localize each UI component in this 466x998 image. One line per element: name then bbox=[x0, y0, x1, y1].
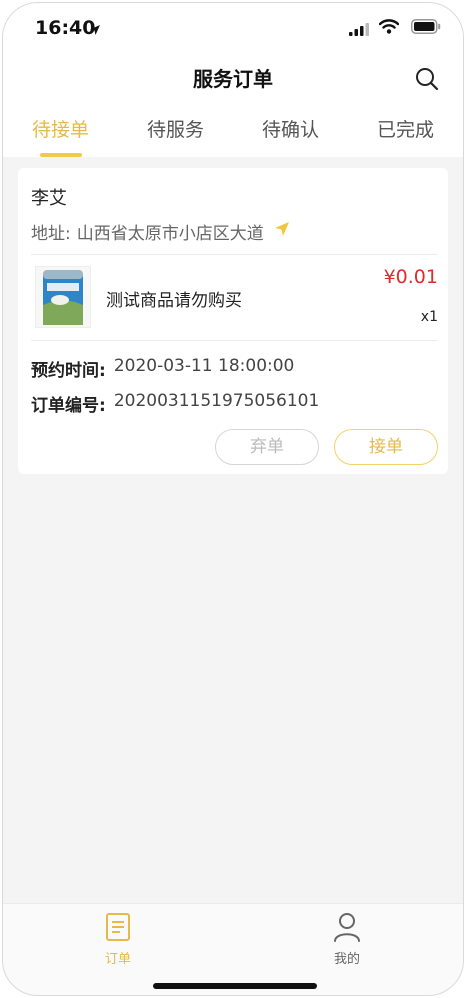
status-time: 16:40 bbox=[35, 17, 96, 39]
person-icon bbox=[333, 913, 361, 946]
search-icon[interactable] bbox=[413, 65, 441, 93]
product-image bbox=[35, 266, 91, 328]
order-card[interactable]: 李艾 地址: 山西省太原市小店区大道 测试商品请勿购买 ¥0.01 x1 预约时… bbox=[18, 168, 448, 474]
accept-order-button[interactable]: 接单 bbox=[334, 429, 438, 465]
divider bbox=[31, 340, 438, 341]
product-quantity: x1 bbox=[420, 309, 438, 325]
address-text: 山西省太原市小店区大道 bbox=[76, 224, 264, 244]
wifi-icon bbox=[378, 19, 400, 38]
active-tab-indicator bbox=[39, 153, 82, 157]
customer-name: 李艾 bbox=[31, 188, 67, 209]
tabbar-orders-label: 订单 bbox=[104, 952, 131, 967]
navigation-arrow-icon[interactable] bbox=[274, 221, 290, 242]
status-bar: 16:40 bbox=[3, 3, 463, 53]
home-indicator bbox=[153, 983, 317, 989]
tab-label: 待服务 bbox=[146, 119, 204, 141]
top-area: 16:40 服务订单 待接单 待服务 待确认 已完成 bbox=[3, 3, 463, 157]
tab-completed[interactable]: 已完成 bbox=[348, 103, 463, 157]
address-row[interactable]: 地址: 山西省太原市小店区大道 bbox=[31, 219, 290, 244]
order-number-label: 订单编号: bbox=[31, 396, 106, 416]
battery-icon bbox=[411, 19, 441, 38]
tab-pending-confirm[interactable]: 待确认 bbox=[233, 103, 348, 157]
navigation-bar: 服务订单 bbox=[3, 53, 463, 103]
location-arrow-icon bbox=[89, 21, 101, 40]
tab-label: 待确认 bbox=[261, 119, 319, 141]
order-number: 2020031151975056101 bbox=[113, 391, 320, 411]
cellular-signal-icon bbox=[349, 21, 369, 40]
tab-label: 待接单 bbox=[31, 119, 89, 141]
divider bbox=[31, 254, 438, 255]
tabbar-mine-label: 我的 bbox=[333, 952, 360, 967]
address-label: 地址: bbox=[31, 224, 71, 244]
tabbar-orders[interactable]: 订单 bbox=[78, 912, 158, 967]
appointment-label: 预约时间: bbox=[31, 361, 106, 381]
tabbar-mine[interactable]: 我的 bbox=[307, 912, 387, 967]
orders-document-icon bbox=[105, 913, 131, 946]
tab-pending-accept[interactable]: 待接单 bbox=[3, 103, 118, 157]
product-name: 测试商品请勿购买 bbox=[106, 291, 242, 311]
tab-pending-service[interactable]: 待服务 bbox=[118, 103, 233, 157]
order-number-row: 订单编号: 2020031151975056101 bbox=[31, 391, 319, 416]
page-title: 服务订单 bbox=[193, 67, 273, 91]
product-price: ¥0.01 bbox=[383, 266, 438, 288]
appointment-row: 预约时间: 2020-03-11 18:00:00 bbox=[31, 356, 294, 381]
appointment-time: 2020-03-11 18:00:00 bbox=[113, 356, 295, 376]
order-status-tabs: 待接单 待服务 待确认 已完成 bbox=[3, 103, 463, 157]
phone-frame: 16:40 服务订单 待接单 待服务 待确认 已完成 李艾 地址: 山西省太原市… bbox=[2, 2, 464, 996]
tab-label: 已完成 bbox=[376, 119, 434, 141]
reject-order-button[interactable]: 弃单 bbox=[215, 429, 319, 465]
